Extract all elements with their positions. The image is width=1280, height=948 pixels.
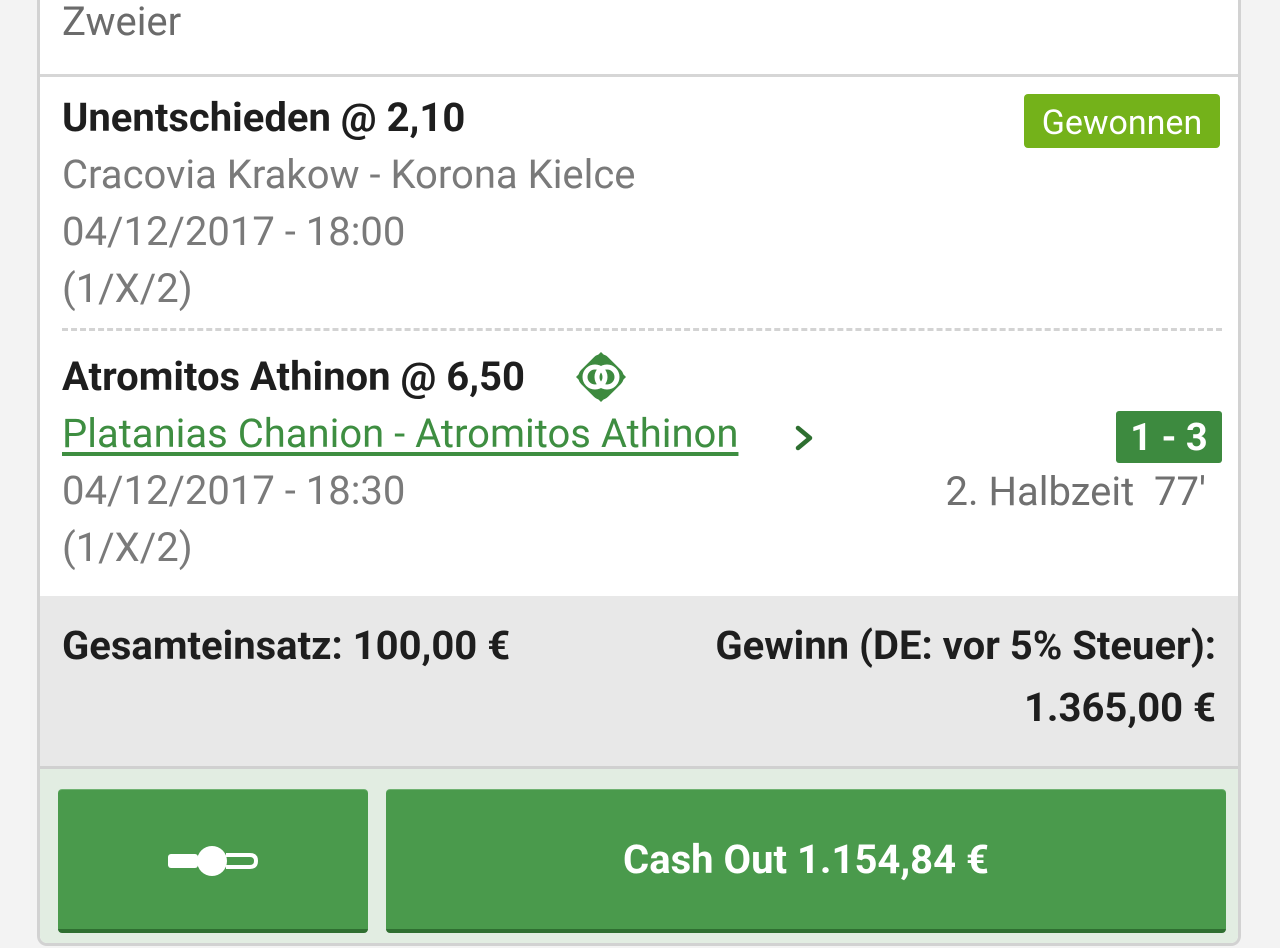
selection-2-title: Atromitos Athinon @ 6,50 [62, 353, 525, 400]
bet-card: Zweier Unentschieden @ 2,10 Gewonnen Cra… [37, 0, 1241, 946]
selection-1-datetime: 04/12/2017 - 18:00 [62, 208, 406, 255]
match-period: 2. Halbzeit 77' [945, 468, 1207, 515]
selection-2-datetime: 04/12/2017 - 18:30 [62, 467, 406, 514]
cash-out-button[interactable]: Cash Out 1.154,84 € [386, 789, 1226, 933]
bet-totals: Gesamteinsatz: 100,00 € Gewinn (DE: vor … [40, 596, 1238, 766]
potential-win-value: 1.365,00 € [1023, 684, 1216, 731]
chevron-right-icon[interactable] [792, 420, 822, 456]
total-stake: Gesamteinsatz: 100,00 € [62, 622, 511, 669]
auto-cashout-button[interactable] [58, 789, 368, 933]
live-score: 1 - 3 [1116, 411, 1222, 463]
selection-1-market: (1/X/2) [62, 265, 193, 312]
match-link[interactable]: Platanias Chanion - Atromitos Athinon [62, 410, 738, 458]
selection-1-title: Unentschieden @ 2,10 [62, 94, 466, 141]
selection-1-match: Cracovia Krakow - Korona Kielce [62, 151, 636, 198]
status-badge: Gewonnen [1024, 94, 1220, 148]
action-bar: Cash Out 1.154,84 € [40, 766, 1238, 943]
potential-win-label: Gewinn (DE: vor 5% Steuer): [715, 622, 1216, 669]
cash-out-icon [574, 350, 628, 404]
selection-divider [62, 328, 1222, 331]
bet-type-label: Zweier [62, 0, 182, 45]
bet-header: Zweier [40, 0, 1238, 77]
selection-2-market: (1/X/2) [62, 524, 193, 571]
